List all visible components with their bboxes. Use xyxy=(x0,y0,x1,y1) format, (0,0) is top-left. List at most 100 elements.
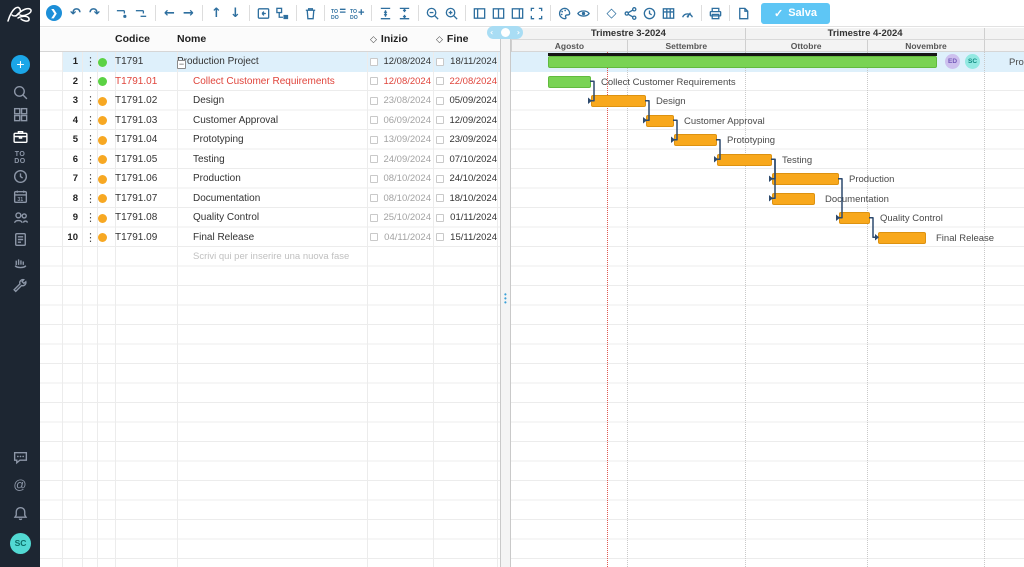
task-name-cell[interactable]: Documentation xyxy=(193,193,260,204)
fullscreen-icon[interactable] xyxy=(527,4,546,23)
start-checkbox[interactable] xyxy=(370,116,378,124)
row-menu-icon[interactable]: ⋮ xyxy=(85,231,96,244)
start-date-cell[interactable]: 08/10/2024 xyxy=(381,193,431,204)
start-date-cell[interactable]: 13/09/2024 xyxy=(381,134,431,145)
gantt-bar[interactable] xyxy=(772,193,815,205)
gantt-bar[interactable] xyxy=(674,134,717,146)
table-row[interactable]: 4⋮T1791.03Customer Approval06/09/202412/… xyxy=(40,111,500,131)
table-row[interactable]: 3⋮T1791.02Design23/08/202405/09/2024 xyxy=(40,91,500,111)
milestone-icon[interactable]: ◇ xyxy=(602,4,621,23)
panel-toggle-icon[interactable]: ❯ xyxy=(46,5,62,21)
insert-task-icon[interactable] xyxy=(254,4,273,23)
sidebar-item-worklog-icon[interactable] xyxy=(10,166,30,186)
zoom-in-icon[interactable] xyxy=(442,4,461,23)
task-name-cell[interactable]: Testing xyxy=(193,154,225,165)
move-up-icon[interactable]: ↑ xyxy=(207,4,226,23)
gantt-bar[interactable] xyxy=(646,115,674,127)
status-dot[interactable] xyxy=(98,155,107,164)
todo-list-icon[interactable]: TODO xyxy=(329,4,348,23)
unlink-tasks-icon[interactable] xyxy=(132,4,151,23)
gantt-bar[interactable] xyxy=(839,212,870,224)
status-dot[interactable] xyxy=(98,97,107,106)
row-menu-icon[interactable]: ⋮ xyxy=(85,94,96,107)
task-name-cell[interactable]: Prototyping xyxy=(193,134,244,145)
end-checkbox[interactable] xyxy=(436,194,444,202)
workload-icon[interactable] xyxy=(678,4,697,23)
layout-gantt-icon[interactable] xyxy=(508,4,527,23)
toggle-visibility-icon[interactable] xyxy=(574,4,593,23)
start-checkbox[interactable] xyxy=(370,155,378,163)
task-name-cell[interactable]: Customer Approval xyxy=(193,115,278,126)
start-date-cell[interactable]: 04/11/2024 xyxy=(381,232,431,243)
start-checkbox[interactable] xyxy=(370,58,378,66)
gantt-bar[interactable] xyxy=(878,232,926,244)
row-menu-icon[interactable]: ⋮ xyxy=(85,153,96,166)
start-checkbox[interactable] xyxy=(370,214,378,222)
end-date-cell[interactable]: 12/09/2024 xyxy=(447,115,497,126)
expand-all-icon[interactable] xyxy=(376,4,395,23)
task-code-cell[interactable]: T1791.02 xyxy=(115,95,157,106)
end-date-cell[interactable]: 24/10/2024 xyxy=(447,173,497,184)
column-header-name[interactable]: Nome xyxy=(177,33,206,45)
row-menu-icon[interactable]: ⋮ xyxy=(85,192,96,205)
start-checkbox[interactable] xyxy=(370,194,378,202)
move-down-icon[interactable]: ↓ xyxy=(226,4,245,23)
start-checkbox[interactable] xyxy=(370,175,378,183)
end-date-cell[interactable]: 23/09/2024 xyxy=(447,134,497,145)
style-palette-icon[interactable] xyxy=(555,4,574,23)
sidebar-item-todo-icon[interactable]: TODO xyxy=(10,148,30,168)
end-checkbox[interactable] xyxy=(436,233,444,241)
start-date-cell[interactable]: 23/08/2024 xyxy=(381,95,431,106)
insert-child-icon[interactable] xyxy=(273,4,292,23)
task-code-cell[interactable]: T1791.08 xyxy=(115,212,157,223)
start-checkbox[interactable] xyxy=(370,233,378,241)
task-name-cell[interactable]: Production xyxy=(193,173,241,184)
zoom-out-icon[interactable] xyxy=(423,4,442,23)
gantt-bar[interactable] xyxy=(717,154,772,166)
task-name-cell[interactable]: Quality Control xyxy=(193,212,259,223)
status-dot[interactable] xyxy=(98,175,107,184)
sidebar-item-calendar-icon[interactable]: 31 xyxy=(10,186,30,206)
table-row[interactable]: 2⋮T1791.01Collect Customer Requirements1… xyxy=(40,72,500,92)
status-dot[interactable] xyxy=(98,214,107,223)
task-name-cell[interactable]: Collect Customer Requirements xyxy=(193,76,335,87)
start-checkbox[interactable] xyxy=(370,97,378,105)
export-document-icon[interactable] xyxy=(734,4,753,23)
status-dot[interactable] xyxy=(98,77,107,86)
end-checkbox[interactable] xyxy=(436,97,444,105)
outdent-icon[interactable]: ← xyxy=(160,4,179,23)
undo-icon[interactable]: ↶ xyxy=(66,4,85,23)
row-menu-icon[interactable]: ⋮ xyxy=(85,75,96,88)
task-code-cell[interactable]: T1791.09 xyxy=(115,232,157,243)
end-date-cell[interactable]: 05/09/2024 xyxy=(447,95,497,106)
sidebar-item-search-icon[interactable] xyxy=(10,82,30,102)
column-header-start[interactable]: ◇Inizio xyxy=(370,33,408,45)
status-dot[interactable] xyxy=(98,58,107,67)
status-dot[interactable] xyxy=(98,233,107,242)
indent-icon[interactable]: → xyxy=(179,4,198,23)
redo-icon[interactable]: ↷ xyxy=(85,4,104,23)
todo-add-icon[interactable]: TODO xyxy=(348,4,367,23)
task-time-icon[interactable] xyxy=(640,4,659,23)
task-code-cell[interactable]: T1791.01 xyxy=(115,76,157,87)
sidebar-item-hand-icon[interactable] xyxy=(10,252,30,272)
status-dot[interactable] xyxy=(98,116,107,125)
sidebar-item-chat-icon[interactable] xyxy=(10,447,30,467)
layout-table-icon[interactable] xyxy=(470,4,489,23)
collapse-toggle-icon[interactable]: − xyxy=(177,60,186,69)
slider-knob[interactable] xyxy=(501,28,510,37)
table-row[interactable]: 9⋮T1791.08Quality Control25/10/202401/11… xyxy=(40,208,500,228)
sidebar-item-resources-icon[interactable] xyxy=(10,207,30,227)
start-date-cell[interactable]: 06/09/2024 xyxy=(381,115,431,126)
start-date-cell[interactable]: 08/10/2024 xyxy=(381,173,431,184)
task-name-cell[interactable]: Final Release xyxy=(193,232,254,243)
gantt-bar[interactable] xyxy=(548,76,591,88)
save-button[interactable]: ✓ Salva xyxy=(761,3,830,24)
sidebar-item-mentions-icon[interactable]: @ xyxy=(10,474,30,494)
status-dot[interactable] xyxy=(98,194,107,203)
end-checkbox[interactable] xyxy=(436,214,444,222)
table-row[interactable]: 7⋮T1791.06Production08/10/202424/10/2024 xyxy=(40,169,500,189)
sidebar-item-notifications-icon[interactable] xyxy=(10,503,30,523)
link-tasks-icon[interactable] xyxy=(113,4,132,23)
add-button[interactable]: + xyxy=(11,55,30,74)
